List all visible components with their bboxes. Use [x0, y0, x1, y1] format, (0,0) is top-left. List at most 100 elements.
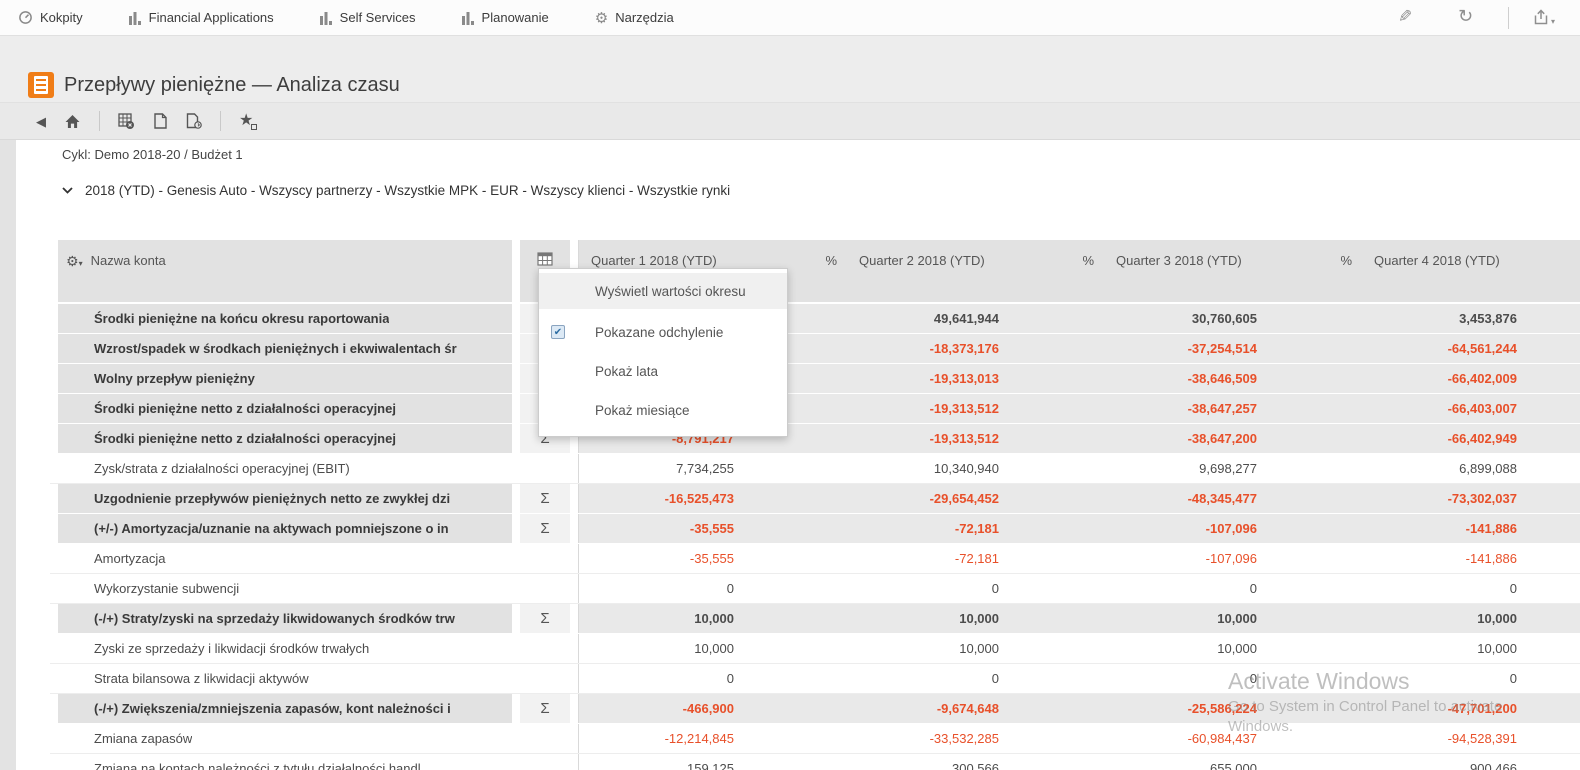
- share-export-icon[interactable]: ▾: [1532, 9, 1555, 26]
- column-header-q4[interactable]: Quarter 4 2018 (YTD): [1362, 240, 1527, 302]
- nav-item-planowanie[interactable]: Planowanie: [462, 10, 549, 25]
- value-cell-pct: [1267, 604, 1362, 633]
- toolbar-divider: [220, 111, 221, 131]
- column-header-pct[interactable]: %: [1009, 240, 1104, 302]
- excel-export-icon[interactable]: [118, 113, 135, 129]
- account-name: Wolny przepływ pieniężny: [94, 371, 255, 386]
- value-cell-q2: -19,313,512: [847, 394, 1009, 423]
- sigma-icon: [520, 664, 570, 693]
- column-header-q3[interactable]: Quarter 3 2018 (YTD): [1104, 240, 1267, 302]
- checkbox-checked-icon[interactable]: ✔: [551, 325, 565, 339]
- table-row[interactable]: Zmiana zapasów -12,214,845 -33,532,285 -…: [50, 724, 1580, 754]
- table-row[interactable]: Środki pieniężne netto z działalności op…: [50, 424, 1580, 454]
- value-cell-q4: 3,453,876: [1362, 304, 1527, 333]
- account-name-header[interactable]: ⚙▾ Nazwa konta: [58, 240, 512, 302]
- account-name: Środki pieniężne na końcu okresu raporto…: [94, 311, 389, 326]
- value-cell-pct: [1267, 334, 1362, 363]
- value-cell-pct: [1009, 364, 1104, 393]
- table-row[interactable]: Zyski ze sprzedaży i likwidacji środków …: [50, 634, 1580, 664]
- home-icon[interactable]: [64, 114, 81, 129]
- account-name: Środki pieniężne netto z działalności op…: [94, 401, 396, 416]
- value-cell-q3: -38,647,257: [1104, 394, 1267, 423]
- sigma-icon: Σ: [520, 604, 570, 633]
- value-cell-q4: 0: [1362, 664, 1527, 693]
- edit-pencil-icon[interactable]: ✎: [1398, 8, 1412, 25]
- table-row[interactable]: Amortyzacja -35,555 -72,181 -107,096 -14…: [50, 544, 1580, 574]
- account-name: Wykorzystanie subwencji: [94, 581, 239, 596]
- value-cell-q4: 10,000: [1362, 634, 1527, 663]
- table-row[interactable]: (+/-) Amortyzacja/uznanie na aktywach po…: [50, 514, 1580, 544]
- column-header-pct[interactable]: %: [1267, 240, 1362, 302]
- refresh-icon[interactable]: ↻: [1458, 7, 1473, 25]
- column-settings-gear-icon[interactable]: ⚙▾: [66, 253, 83, 271]
- value-cell-pct: [1267, 634, 1362, 663]
- menu-item[interactable]: ✔ Wyświetl wartości okresu: [539, 273, 787, 309]
- table-row[interactable]: Uzgodnienie przepływów pieniężnych netto…: [50, 484, 1580, 514]
- table-row[interactable]: Wolny przepływ pieniężny -19,313,013 -38…: [50, 364, 1580, 394]
- menu-item[interactable]: ✔ Pokaż miesiące: [539, 391, 787, 430]
- bar-chart-icon: [462, 11, 475, 25]
- menu-item-label: Pokaż miesiące: [595, 403, 690, 418]
- table-row[interactable]: Środki pieniężne netto z działalności op…: [50, 394, 1580, 424]
- table-row[interactable]: Wykorzystanie subwencji 0 0 0 0: [50, 574, 1580, 604]
- new-document-icon[interactable]: [153, 113, 168, 129]
- value-cell-q2: -18,373,176: [847, 334, 1009, 363]
- value-cell-pct: [744, 574, 847, 603]
- report-toolbar: ◀ ★: [0, 102, 1580, 140]
- toolbar-divider: [99, 111, 100, 131]
- sigma-icon: Σ: [520, 484, 570, 513]
- value-cell-q1: -12,214,845: [579, 724, 744, 753]
- value-cell-q1: 10,000: [579, 634, 744, 663]
- menu-item-label: Pokazane odchylenie: [595, 325, 723, 340]
- menu-item[interactable]: ✔ Pokazane odchylenie: [539, 313, 787, 352]
- menu-item[interactable]: ✔ Pokaż lata: [539, 352, 787, 391]
- value-cell-q2: -72,181: [847, 514, 1009, 543]
- sigma-icon: [520, 454, 570, 483]
- value-cell-pct: [1009, 724, 1104, 753]
- table-row[interactable]: (-/+) Straty/zyski na sprzedaży likwidow…: [50, 604, 1580, 634]
- column-header-q2[interactable]: Quarter 2 2018 (YTD): [847, 240, 1009, 302]
- value-cell-pct: [744, 634, 847, 663]
- value-cell-q4: -141,886: [1362, 514, 1527, 543]
- back-icon[interactable]: ◀: [36, 115, 46, 128]
- value-cell-pct: [1267, 754, 1362, 770]
- value-cell-q4: -141,886: [1362, 544, 1527, 573]
- account-name: Wzrost/spadek w środkach pieniężnych i e…: [94, 341, 457, 356]
- value-cell-pct: [1009, 394, 1104, 423]
- value-cell-pct: [1009, 604, 1104, 633]
- table-row[interactable]: Strata bilansowa z likwidacji aktywów 0 …: [50, 664, 1580, 694]
- table-row[interactable]: Środki pieniężne na końcu okresu raporto…: [50, 304, 1580, 334]
- value-cell-pct: [1267, 484, 1362, 513]
- nav-item-kokpity[interactable]: Kokpity: [18, 10, 83, 25]
- value-cell-pct: [1009, 664, 1104, 693]
- value-cell-pct: [1267, 574, 1362, 603]
- nav-item-self-services[interactable]: Self Services: [320, 10, 416, 25]
- favorites-star-icon[interactable]: ★: [239, 113, 253, 129]
- nav-item-financial-applications[interactable]: Financial Applications: [129, 10, 274, 25]
- value-cell-q4: -94,528,391: [1362, 724, 1527, 753]
- value-cell-pct: [744, 604, 847, 633]
- nav-item-label: Financial Applications: [149, 10, 274, 25]
- data-grid: ⚙▾ Nazwa konta Quarter 1 2018 (YTD) % Qu…: [50, 240, 1580, 770]
- document-refresh-icon[interactable]: [186, 113, 202, 129]
- account-name: Zysk/strata z działalności operacyjnej (…: [94, 461, 350, 476]
- account-name: Strata bilansowa z likwidacji aktywów: [94, 671, 309, 686]
- table-row[interactable]: Zmiana na kontach należności z tytułu dz…: [50, 754, 1580, 770]
- table-row[interactable]: Zysk/strata z działalności operacyjnej (…: [50, 454, 1580, 484]
- value-cell-pct: [744, 724, 847, 753]
- value-cell-q4: 0: [1362, 574, 1527, 603]
- value-cell-q2: 49,641,944: [847, 304, 1009, 333]
- value-cell-q4: -47,701,200: [1362, 694, 1527, 723]
- value-cell-pct: [1267, 394, 1362, 423]
- value-cell-pct: [1267, 304, 1362, 333]
- pov-filter-row[interactable]: 2018 (YTD) - Genesis Auto - Wszyscy part…: [62, 181, 730, 199]
- nav-item-narzedzia[interactable]: ⚙ Narzędzia: [595, 9, 674, 27]
- table-row[interactable]: Wzrost/spadek w środkach pieniężnych i e…: [50, 334, 1580, 364]
- value-cell-q4: -66,402,949: [1362, 424, 1527, 453]
- table-row[interactable]: (-/+) Zwiększenia/zmniejszenia zapasów, …: [50, 694, 1580, 724]
- value-cell-q3: 655,000: [1104, 754, 1267, 770]
- account-name: (+/-) Amortyzacja/uznanie na aktywach po…: [94, 521, 449, 536]
- value-cell-pct: [1009, 304, 1104, 333]
- value-cell-q3: -48,345,477: [1104, 484, 1267, 513]
- value-cell-pct: [1009, 334, 1104, 363]
